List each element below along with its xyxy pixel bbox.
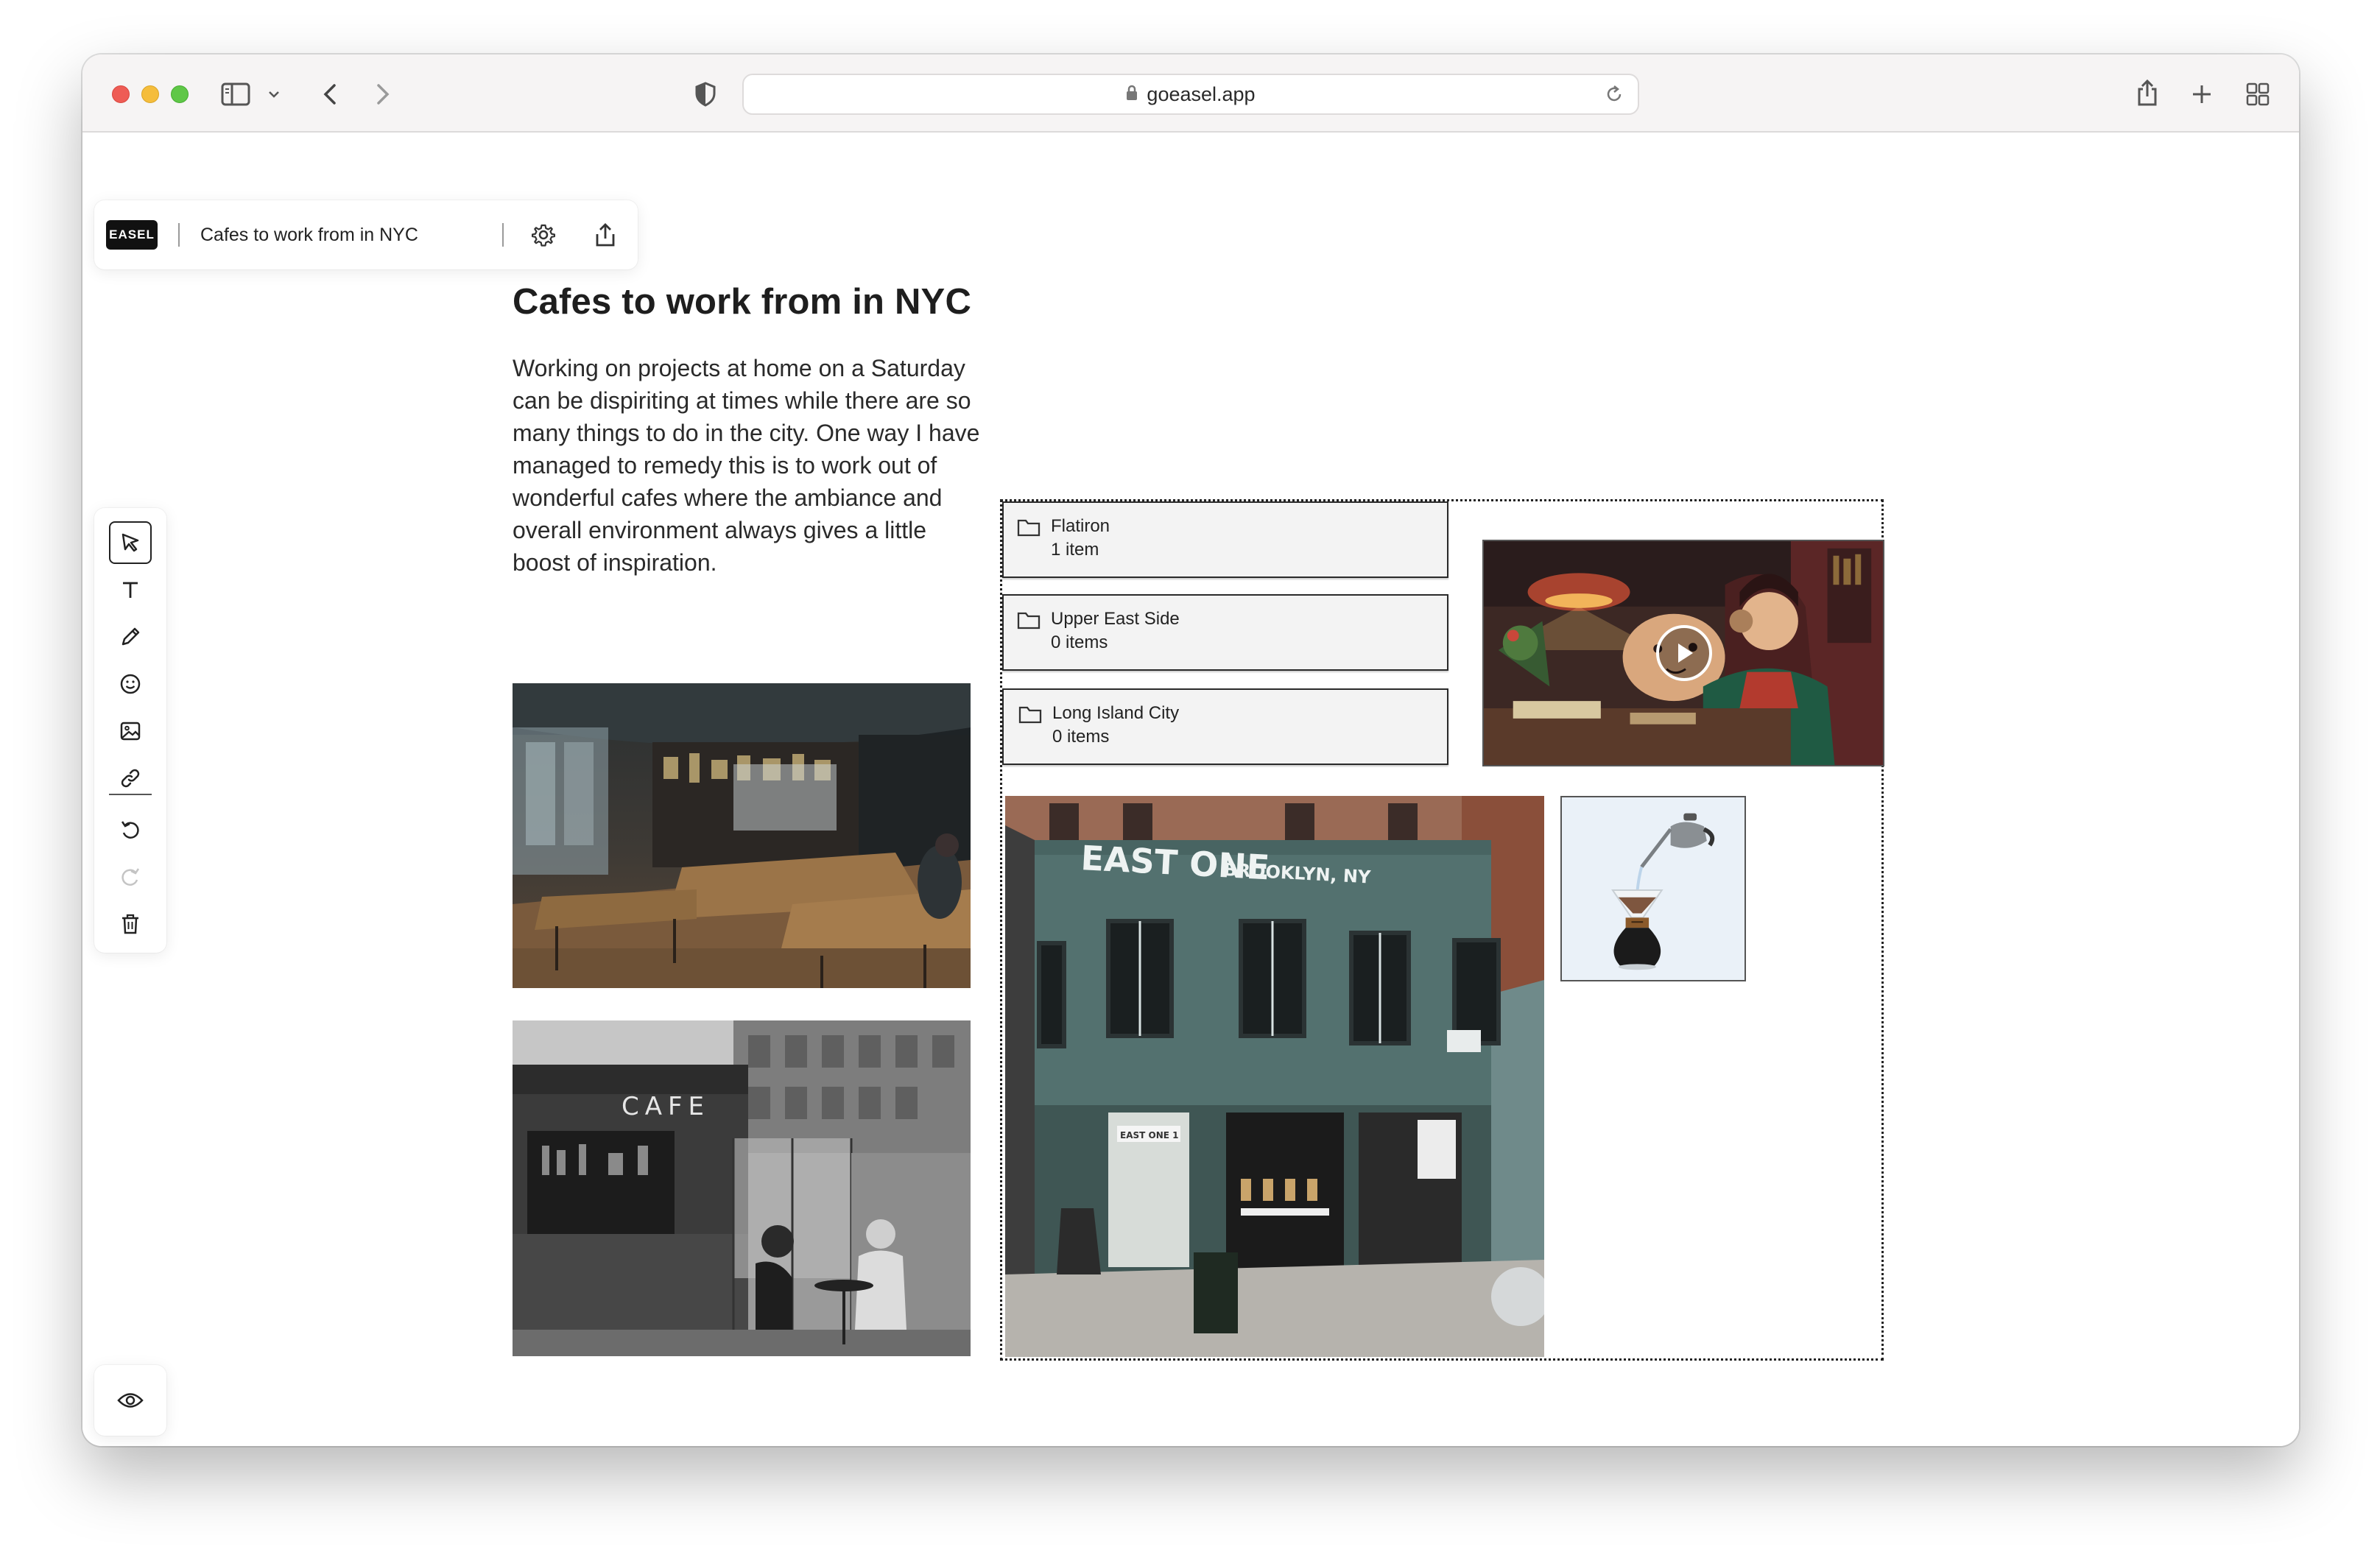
- share-icon[interactable]: [2133, 77, 2162, 109]
- folder-count: 0 items: [1052, 727, 1110, 747]
- trash-icon[interactable]: [109, 903, 152, 945]
- new-tab-plus-icon[interactable]: [2187, 80, 2217, 109]
- folder-count: 0 items: [1051, 632, 1108, 652]
- app-header: EASEL Cafes to work from in NYC: [94, 200, 638, 269]
- tool-divider: [109, 794, 152, 795]
- address-bar[interactable]: goeasel.app: [742, 74, 1639, 115]
- undo-icon[interactable]: [109, 808, 152, 851]
- document-title[interactable]: Cafes to work from in NYC: [200, 225, 487, 246]
- privacy-shield-icon[interactable]: [691, 80, 720, 109]
- settings-gear-icon[interactable]: [529, 220, 558, 250]
- play-icon[interactable]: [1656, 625, 1712, 681]
- folder-card-long-island-city[interactable]: Long Island City 0 items: [1002, 688, 1448, 765]
- pencil-icon[interactable]: [109, 616, 152, 658]
- text-icon[interactable]: [109, 568, 152, 611]
- folder-name: Upper East Side: [1051, 609, 1180, 629]
- east-one-storefront-photo[interactable]: EAST ONE BROOKLYN, NY EAST ONE 1: [1005, 796, 1544, 1357]
- folder-name: Flatiron: [1051, 516, 1110, 536]
- folder-count: 1 item: [1051, 540, 1099, 560]
- door-sign: EAST ONE 1: [1120, 1130, 1178, 1140]
- canvas-area[interactable]: EASEL Cafes to work from in NYC Cafes to…: [82, 134, 2299, 1446]
- reload-icon[interactable]: [1604, 84, 1624, 110]
- article-body[interactable]: Working on projects at home on a Saturda…: [513, 352, 984, 579]
- chemex-pourover-photo[interactable]: [1560, 796, 1746, 981]
- collection-board[interactable]: Flatiron 1 item Upper East Side 0 items …: [1000, 499, 1884, 1361]
- back-arrow-icon[interactable]: [315, 80, 345, 109]
- folder-icon: [1017, 610, 1041, 633]
- folder-card-upper-east-side[interactable]: Upper East Side 0 items: [1002, 594, 1448, 671]
- url-text: goeasel.app: [1147, 82, 1256, 105]
- easel-logo[interactable]: EASEL: [106, 220, 158, 250]
- preview-eye-icon[interactable]: [94, 1365, 166, 1436]
- cafe-interior-photo[interactable]: [513, 683, 971, 988]
- divider: [502, 223, 504, 247]
- lofi-video-thumbnail[interactable]: [1482, 540, 1884, 766]
- forward-arrow-icon[interactable]: [368, 80, 398, 109]
- folder-card-flatiron[interactable]: Flatiron 1 item: [1002, 501, 1448, 578]
- sidebar-toggle-icon[interactable]: [219, 80, 252, 109]
- chevron-down-icon[interactable]: [267, 87, 281, 102]
- article-title[interactable]: Cafes to work from in NYC: [513, 281, 1028, 322]
- folder-icon: [1018, 705, 1042, 727]
- lock-icon: [1126, 83, 1138, 106]
- redo-icon[interactable]: [109, 856, 152, 898]
- divider: [178, 223, 180, 247]
- close-window-button[interactable]: [112, 85, 130, 103]
- browser-toolbar: goeasel.app: [82, 54, 2299, 133]
- minimize-window-button[interactable]: [141, 85, 159, 103]
- emoji-icon[interactable]: [109, 663, 152, 705]
- tool-palette: [94, 508, 166, 953]
- cafe-kiosk-photo[interactable]: CAFE: [513, 1020, 971, 1356]
- zoom-window-button[interactable]: [171, 85, 189, 103]
- cursor-icon[interactable]: [109, 521, 152, 564]
- tab-overview-icon[interactable]: [2243, 80, 2272, 109]
- folder-icon: [1017, 518, 1041, 540]
- image-icon[interactable]: [109, 710, 152, 752]
- browser-window: goeasel.app EASEL Cafes to work from in …: [82, 54, 2299, 1446]
- folder-name: Long Island City: [1052, 703, 1180, 723]
- cafe-sign-text: CAFE: [622, 1092, 710, 1121]
- export-share-icon[interactable]: [591, 220, 620, 250]
